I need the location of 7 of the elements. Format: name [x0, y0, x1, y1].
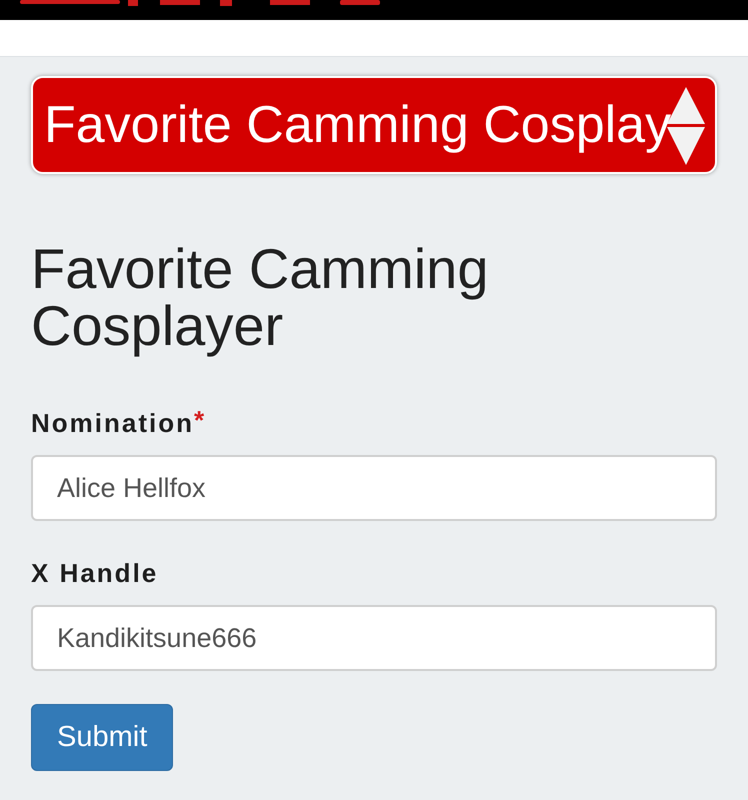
category-select[interactable]: Favorite Camming Cosplay: [31, 76, 717, 174]
submit-button[interactable]: Submit: [31, 704, 174, 771]
field-label: Nomination: [31, 407, 194, 440]
input-field[interactable]: Alice Hellfox: [31, 455, 717, 521]
field-label: X Handle: [31, 557, 158, 590]
required-asterisk: *: [194, 406, 204, 434]
input-field[interactable]: Kandikitsune666: [31, 605, 717, 671]
